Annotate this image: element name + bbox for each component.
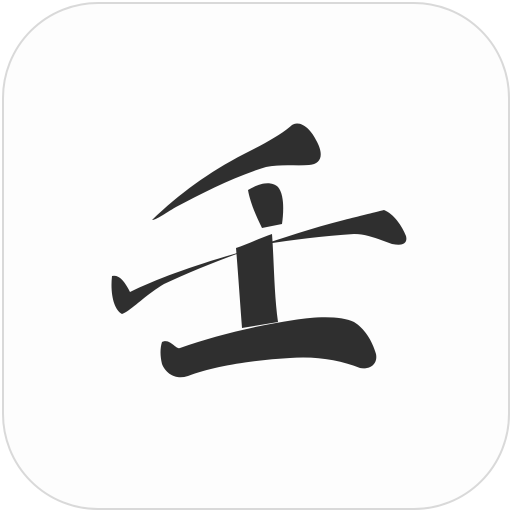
glyph-stroke-vertical bbox=[236, 234, 278, 328]
glyph-stroke-vertical-top bbox=[248, 183, 284, 228]
glyph-stroke-bottom bbox=[160, 317, 377, 378]
app-icon[interactable] bbox=[2, 2, 510, 510]
app-icon-canvas bbox=[0, 0, 512, 512]
calligraphy-glyph-icon bbox=[111, 123, 407, 378]
glyph-stroke-top bbox=[152, 123, 321, 220]
glyph-strokes bbox=[111, 123, 407, 378]
